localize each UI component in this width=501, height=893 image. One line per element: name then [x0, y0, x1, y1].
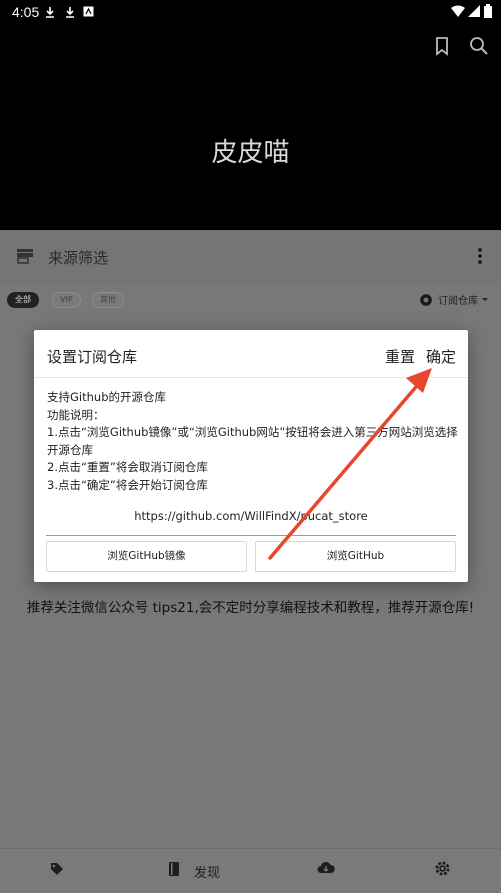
download-icon	[66, 7, 74, 18]
subscribe-repo-button[interactable]: 订阅仓库	[420, 292, 489, 307]
browse-github-button[interactable]: 浏览GitHub	[255, 541, 456, 572]
description-line: 支持Github的开源仓库	[47, 390, 166, 404]
bookmark-icon[interactable]	[430, 34, 454, 58]
app-title: 皮皮喵	[211, 138, 290, 168]
promo-text: 推荐关注微信公众号 tips21,会不定时分享编程技术和教程，推荐开源仓库!	[26, 600, 475, 616]
description-line: 3.点击“确定”将会开始订阅仓库	[47, 477, 208, 492]
reset-button[interactable]: 重置	[385, 346, 415, 367]
url-input-underline	[46, 535, 456, 536]
signal-icon	[468, 5, 480, 17]
browse-github-mirror-button[interactable]: 浏览GitHub镜像	[46, 541, 247, 572]
tag-icon[interactable]	[49, 861, 65, 877]
subscribe-label: 订阅仓库	[438, 296, 478, 307]
source-filter-toolbar: 来源筛选	[0, 230, 501, 284]
subscribe-repo-dialog: 设置订阅仓库 重置 确定 支持Github的开源仓库 功能说明： 1.点击“浏览…	[34, 330, 468, 582]
description-line: 功能说明：	[47, 407, 105, 422]
wifi-icon	[451, 5, 465, 17]
bottom-navigation: 发现	[0, 848, 501, 893]
filter-chips: 全部 VIP 其他 订阅仓库	[0, 284, 501, 324]
cloud-download-icon[interactable]	[317, 861, 335, 875]
dialog-divider	[34, 377, 468, 378]
dialog-description: 支持Github的开源仓库 功能说明： 1.点击“浏览Github镜像”或“浏览…	[47, 389, 458, 494]
chip-all[interactable]: 全部	[7, 292, 39, 308]
description-line: 1.点击“浏览Github镜像”或“浏览Github网站”按钮将会进入第三方网站…	[47, 425, 458, 439]
status-bar: 4:05	[0, 0, 501, 24]
app-header: 皮皮喵	[0, 24, 501, 230]
search-icon[interactable]	[467, 34, 491, 58]
confirm-button[interactable]: 确定	[426, 346, 456, 367]
repo-url-input[interactable]: https://github.com/WillFindX/pucat_store	[34, 509, 468, 523]
store-icon	[17, 249, 33, 264]
book-icon[interactable]	[168, 861, 180, 877]
dropdown-icon	[482, 298, 488, 301]
nav-discover-label[interactable]: 发现	[194, 862, 220, 881]
description-line: 开源仓库	[47, 442, 93, 457]
status-time: 4:05	[12, 4, 40, 20]
github-icon	[420, 294, 432, 306]
dialog-title: 设置订阅仓库	[47, 348, 138, 366]
toolbar-title: 来源筛选	[48, 249, 109, 267]
download-icon	[46, 7, 54, 18]
battery-icon	[484, 4, 492, 18]
settings-gear-icon[interactable]	[435, 861, 450, 876]
description-line: 2.点击“重置”将会取消订阅仓库	[47, 460, 208, 474]
app-notification-icon	[83, 6, 94, 17]
chip-other[interactable]: 其他	[92, 292, 124, 308]
more-vert-icon[interactable]	[477, 247, 483, 265]
chip-vip[interactable]: VIP	[52, 292, 81, 308]
